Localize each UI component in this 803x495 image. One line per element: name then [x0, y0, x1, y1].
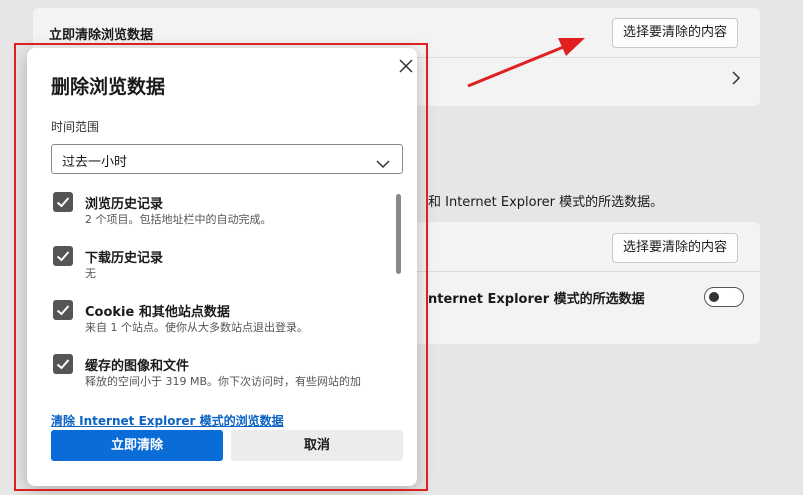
- clear-ie-mode-data-link[interactable]: 清除 Internet Explorer 模式的浏览数据: [51, 412, 284, 429]
- item-title: Cookie 和其他站点数据: [85, 305, 230, 320]
- time-range-value: 过去一小时: [62, 155, 128, 170]
- item-description: 来自 1 个站点。使你从大多数站点退出登录。: [85, 321, 308, 334]
- checkbox-checked-icon[interactable]: [53, 192, 73, 212]
- item-title: 缓存的图像和文件: [85, 359, 190, 374]
- list-item[interactable]: 浏览历史记录 2 个项目。包括地址栏中的自动完成。: [51, 190, 391, 240]
- data-type-list: 浏览历史记录 2 个项目。包括地址栏中的自动完成。 下载历史记录 无 Cooki…: [51, 190, 403, 404]
- checkbox-checked-icon[interactable]: [53, 354, 73, 374]
- time-range-label: 时间范围: [51, 120, 100, 134]
- list-item[interactable]: 缓存的图像和文件 释放的空间小于 319 MB。你下次访问时，有些网站的加: [51, 352, 391, 402]
- list-item[interactable]: 下载历史记录 无: [51, 244, 391, 294]
- cancel-button[interactable]: 取消: [231, 430, 403, 461]
- item-description: 2 个项目。包括地址栏中的自动完成。: [85, 213, 272, 226]
- time-range-select[interactable]: 过去一小时: [51, 144, 403, 174]
- item-description: 无: [85, 267, 96, 280]
- delete-browsing-data-dialog: 删除浏览数据 时间范围 过去一小时 浏览历史记录 2 个项目。包括地址栏中的自动…: [27, 48, 417, 486]
- list-scrollbar[interactable]: [396, 194, 401, 274]
- checkbox-checked-icon[interactable]: [53, 300, 73, 320]
- chevron-down-icon: [376, 154, 390, 173]
- close-icon[interactable]: [397, 57, 415, 75]
- item-title: 下载历史记录: [85, 251, 164, 266]
- dialog-title: 删除浏览数据: [51, 76, 166, 98]
- checkbox-checked-icon[interactable]: [53, 246, 73, 266]
- list-item[interactable]: Cookie 和其他站点数据 来自 1 个站点。使你从大多数站点退出登录。: [51, 298, 391, 348]
- clear-now-button[interactable]: 立即清除: [51, 430, 223, 461]
- item-description: 释放的空间小于 319 MB。你下次访问时，有些网站的加: [85, 375, 362, 388]
- item-title: 浏览历史记录: [85, 197, 164, 212]
